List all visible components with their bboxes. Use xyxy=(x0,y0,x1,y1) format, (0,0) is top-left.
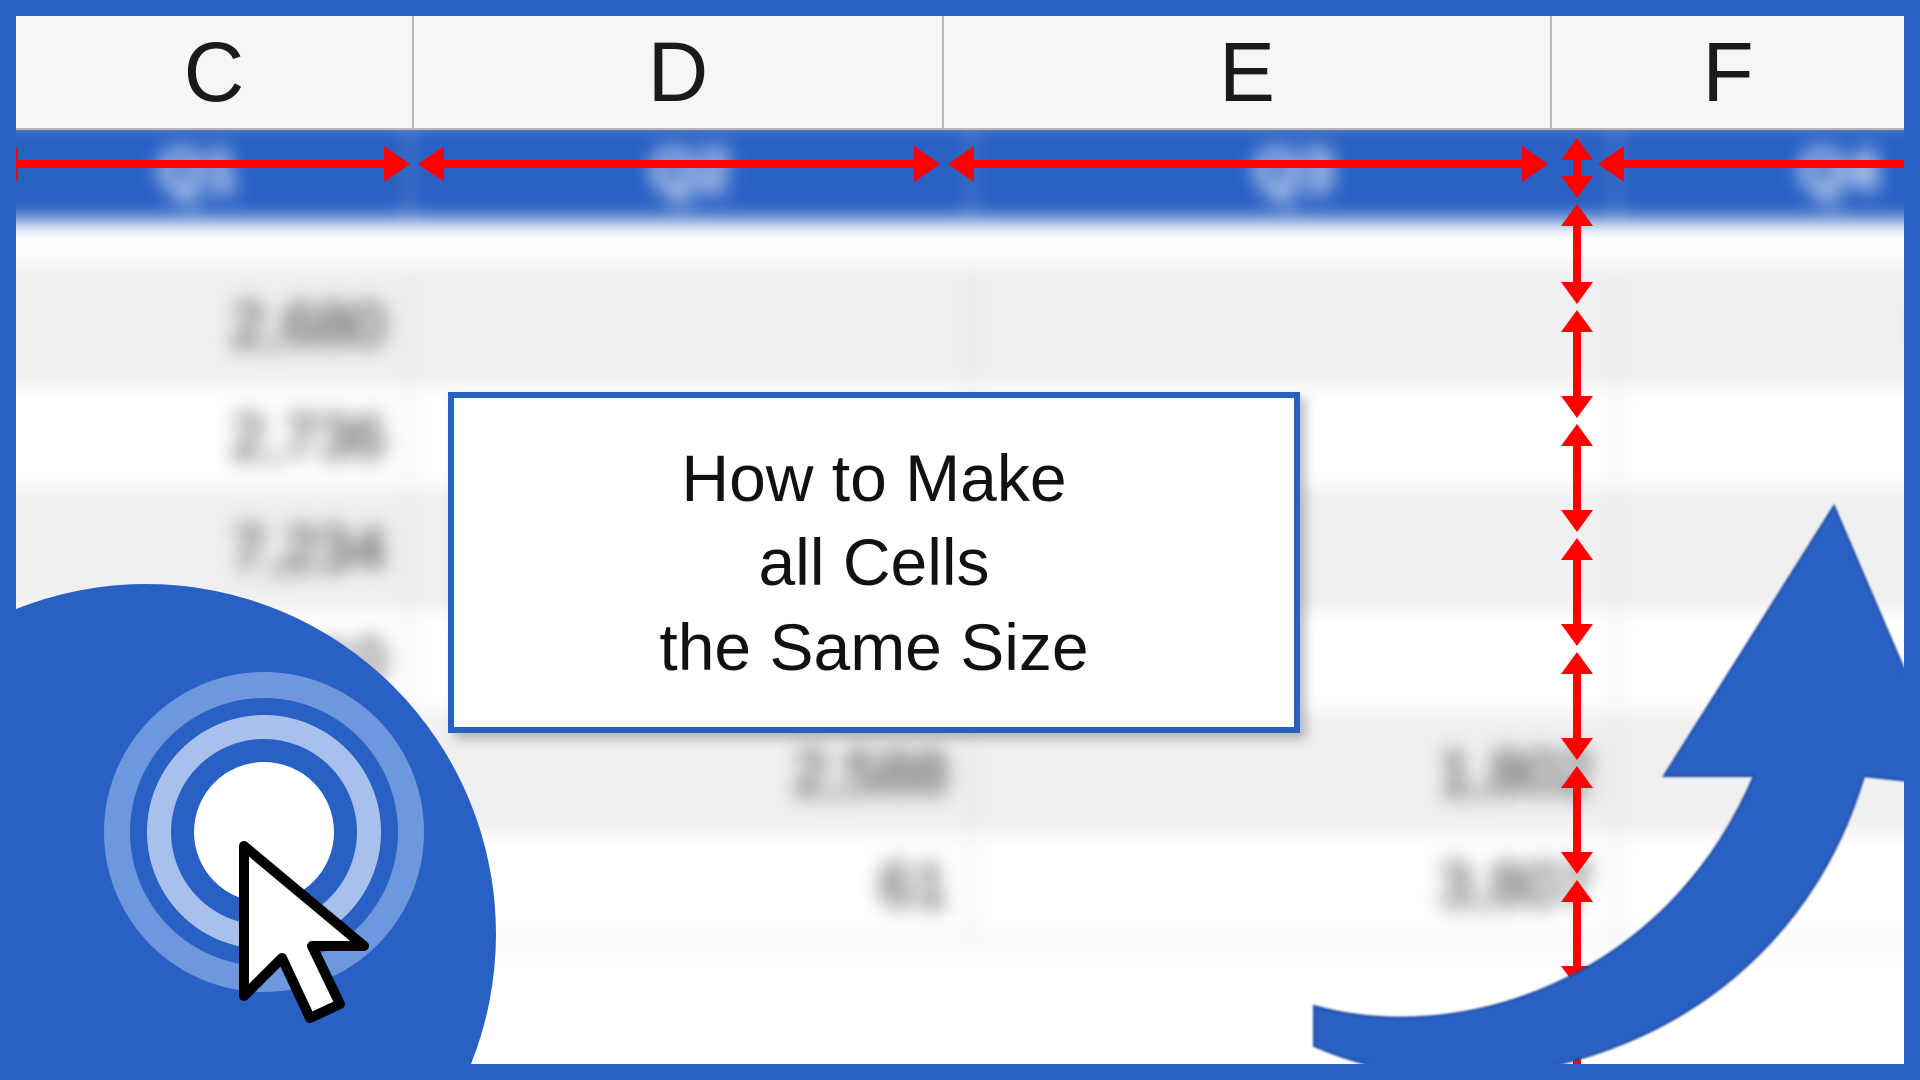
column-header[interactable]: E xyxy=(944,16,1552,128)
title-line: the Same Size xyxy=(494,605,1254,689)
curved-arrow-icon xyxy=(1194,346,1920,1066)
table-header-cell: Q2 xyxy=(409,119,971,221)
table-header-cell: Q1 xyxy=(0,119,409,221)
column-header-row[interactable]: C D E F xyxy=(16,16,1904,130)
column-header[interactable]: F xyxy=(1552,16,1904,128)
title-card: How to Make all Cells the Same Size xyxy=(448,392,1300,733)
title-line: all Cells xyxy=(494,520,1254,604)
table-header-cell: Q3 xyxy=(971,119,1616,221)
column-header[interactable]: C xyxy=(16,16,414,128)
title-line: How to Make xyxy=(494,436,1254,520)
cursor-icon xyxy=(224,836,394,1036)
column-header[interactable]: D xyxy=(414,16,944,128)
table-header-cell: Q4 xyxy=(1616,119,1920,221)
thumbnail-frame: C D E F Q1 Q2 Q3 Q4 2,680 xyxy=(0,0,1920,1080)
